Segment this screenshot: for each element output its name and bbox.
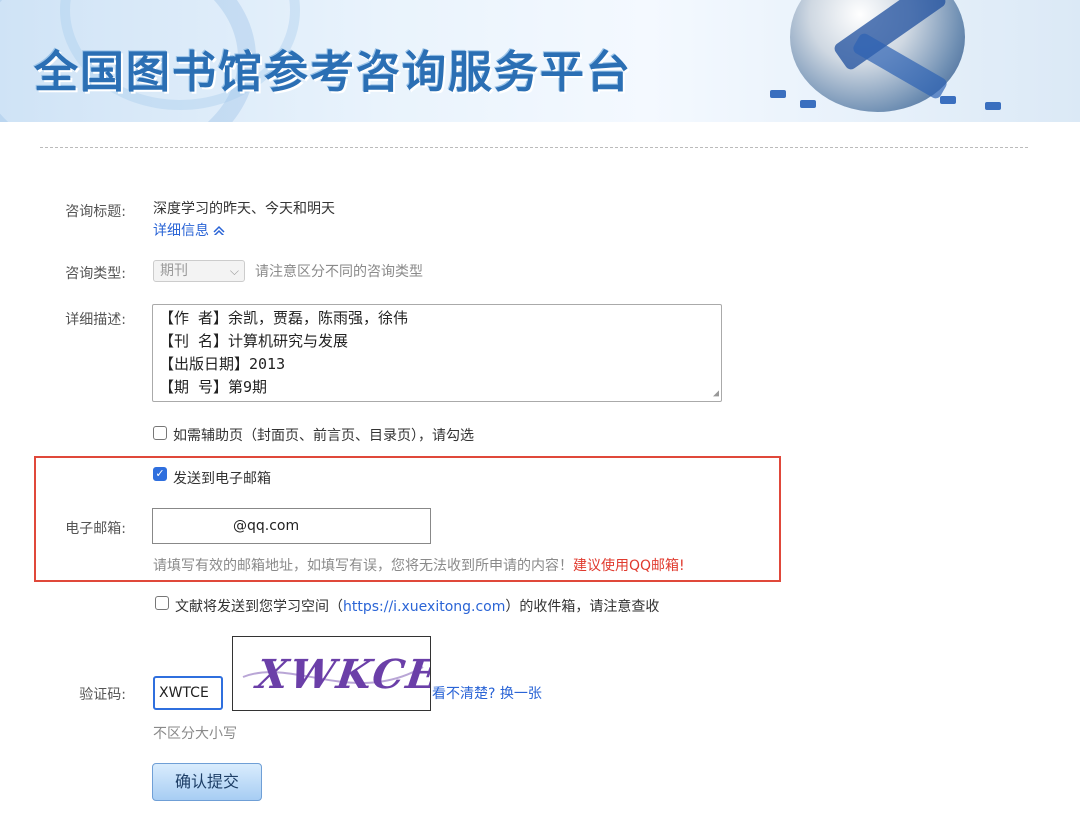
email-label: 电子邮箱: (65, 521, 126, 537)
study-space-checkbox[interactable] (155, 596, 169, 610)
detail-info-link[interactable]: 详细信息 (153, 220, 225, 240)
send-email-checkbox[interactable]: ✓ (153, 467, 167, 481)
desc-line: 【出版日期】2013 (159, 355, 286, 373)
description-textarea[interactable]: 【作 者】余凯，贾磊，陈雨强，徐伟 【刊 名】计算机研究与发展 【出版日期】20… (152, 304, 722, 402)
type-label: 咨询类型: (65, 266, 126, 282)
captcha-image-text: XWKCE (253, 651, 431, 698)
email-hint-warning: 建议使用QQ邮箱! (573, 558, 685, 574)
email-input[interactable]: @qq.com (152, 508, 431, 544)
type-hint: 请注意区分不同的咨询类型 (255, 264, 423, 280)
desc-line: 【作 者】余凯，贾磊，陈雨强，徐伟 (159, 309, 409, 327)
consult-title-value: 深度学习的昨天、今天和明天 (153, 201, 335, 217)
desc-label: 详细描述: (65, 312, 126, 328)
title-label: 咨询标题: (65, 204, 126, 220)
section-divider (40, 147, 1028, 148)
decoration-chip (985, 102, 1001, 110)
header-banner: 全国图书馆参考咨询服务平台 (0, 0, 1080, 122)
detail-info-label: 详细信息 (153, 223, 209, 239)
study-space-link[interactable]: https://i.xuexitong.com (343, 599, 505, 615)
study-space-label: 文献将发送到您学习空间（https://i.xuexitong.com）的收件箱… (175, 596, 659, 616)
decoration-chip (770, 90, 786, 98)
captcha-hint: 不区分大小写 (153, 726, 237, 742)
send-email-label: 发送到电子邮箱 (173, 471, 271, 487)
email-hint-text: 请填写有效的邮箱地址，如填写有误，您将无法收到所申请的内容！ (153, 558, 573, 574)
captcha-input[interactable]: XWTCE (153, 676, 223, 710)
chevron-down-icon: ⌵ (229, 264, 239, 278)
aux-pages-checkbox[interactable] (153, 426, 167, 440)
study-space-prefix: 文献将发送到您学习空间（ (175, 599, 343, 615)
desc-line: 【刊 名】计算机研究与发展 (159, 332, 349, 350)
captcha-image[interactable]: XWKCE (232, 636, 431, 711)
consult-type-select[interactable]: 期刊 ⌵ (153, 260, 245, 282)
site-title: 全国图书馆参考咨询服务平台 (34, 47, 632, 98)
decoration-chip (800, 100, 816, 108)
resize-handle-icon[interactable]: ◢ (713, 389, 719, 399)
aux-pages-label: 如需辅助页（封面页、前言页、目录页），请勾选 (173, 428, 474, 444)
desc-line: 【期 号】第9期 (159, 378, 268, 396)
submit-button[interactable]: 确认提交 (152, 763, 262, 801)
consult-type-selected: 期刊 (160, 263, 188, 279)
decoration-chip (940, 96, 956, 104)
captcha-refresh-link[interactable]: 看不清楚? 换一张 (432, 683, 542, 703)
chevron-up-icon (213, 223, 225, 239)
study-space-suffix: ）的收件箱，请注意查收 (505, 599, 660, 615)
email-hint: 请填写有效的邮箱地址，如填写有误，您将无法收到所申请的内容！建议使用QQ邮箱! (153, 555, 685, 575)
captcha-label: 验证码: (79, 687, 126, 703)
